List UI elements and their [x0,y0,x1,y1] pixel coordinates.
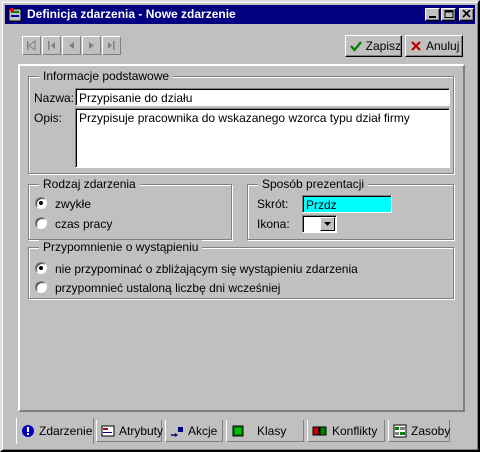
main-window: Definicja zdarzenia - Nowe zdarzenie Zap… [0,0,480,452]
first-record-icon [27,40,36,51]
description-field-value: Przypisuje pracownika do wskazanego wzor… [79,111,410,125]
resources-icon [393,424,407,437]
tab-klasy[interactable]: Klasy [226,420,304,442]
chevron-down-icon [324,222,331,226]
close-button[interactable] [459,8,474,21]
window-title: Definicja zdarzenia - Nowe zdarzenie [27,7,236,21]
tab-konflikty[interactable]: Konflikty [307,420,385,442]
last-record-icon [108,41,115,50]
info-icon [22,425,34,437]
reminder-none-radio[interactable] [35,262,47,274]
maximize-button[interactable] [441,8,456,21]
reminder-legend: Przypomnienie o wystąpieniu [39,240,203,254]
short-label: Skrót: [257,197,289,211]
close-icon [462,10,471,18]
short-field-value: Przdz [306,198,337,212]
prev-icon [69,42,74,49]
tab-konflikty-label: Konflikty [332,423,378,438]
check-icon [350,41,362,52]
tab-akcje-label: Akcje [188,423,218,438]
nav-prev-page-button[interactable] [42,36,61,55]
attributes-icon [101,425,115,436]
event-type-regular-radio[interactable] [35,197,47,209]
maximize-icon [444,10,454,18]
name-field[interactable]: Przypisanie do działu [75,88,450,106]
actions-icon [171,426,183,437]
event-type-worktime-radio[interactable] [35,217,47,229]
classes-icon [232,425,244,436]
minimize-button[interactable] [425,8,440,21]
save-button-label: Zapisz [365,39,401,53]
icon-select-dropdown-button[interactable] [320,217,335,231]
nav-first-button[interactable] [22,36,41,55]
description-field[interactable]: Przypisuje pracownika do wskazanego wzor… [75,108,450,168]
icon-label: Ikona: [257,217,290,231]
tab-zasoby[interactable]: Zasoby [388,420,450,442]
reminder-none-label: nie przypominać o zbliżającym się wystąp… [55,262,358,276]
event-type-regular-label: zwykłe [55,197,92,211]
radio-selected-dot [39,201,43,205]
event-type-worktime-label: czas pracy [55,217,113,231]
app-icon [8,8,22,22]
tab-zasoby-label: Zasoby [411,423,451,438]
tab-atrybuty-label: Atrybuty [119,423,164,438]
title-bar[interactable]: Definicja zdarzenia - Nowe zdarzenie [5,5,475,24]
tab-atrybuty[interactable]: Atrybuty [96,420,164,442]
tab-zdarzenie-label: Zdarzenie [39,424,93,438]
cancel-button-label: Anuluj [426,39,460,53]
name-label: Nazwa: [34,91,75,105]
minimize-icon [429,16,436,18]
reminder-days-label: przypomnieć ustaloną liczbę dni wcześnie… [55,281,281,295]
conflicts-icon [312,426,327,435]
short-field[interactable]: Przdz [302,195,392,213]
basic-info-legend: Informacje podstawowe [39,69,174,83]
tab-klasy-label: Klasy [257,423,287,438]
save-button[interactable]: Zapisz [345,35,402,57]
nav-prev-button[interactable] [62,36,81,55]
name-field-value: Przypisanie do działu [79,91,193,105]
reminder-days-radio[interactable] [35,281,47,293]
tab-akcje[interactable]: Akcje [165,420,223,442]
description-label: Opis: [34,111,63,125]
radio-selected-dot [39,266,43,270]
cancel-button[interactable]: Anuluj [405,35,463,57]
event-type-legend: Rodzaj zdarzenia [39,177,140,191]
presentation-legend: Sposób prezentacji [258,177,369,191]
nav-last-button[interactable] [102,36,121,55]
nav-next-button[interactable] [82,36,101,55]
icon-select[interactable] [302,215,337,233]
tab-zdarzenie[interactable]: Zdarzenie [16,418,94,444]
cancel-icon [411,41,421,51]
event-type-group: Rodzaj zdarzenia [28,177,232,240]
next-icon [89,42,94,49]
prev-page-icon [48,41,55,50]
